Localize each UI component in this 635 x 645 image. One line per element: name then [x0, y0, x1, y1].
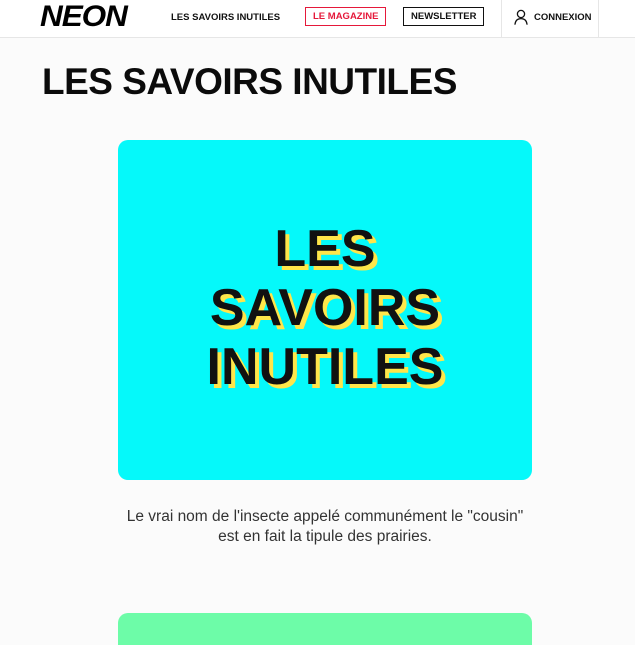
card-line-2: SAVOIRS [210, 279, 440, 337]
card-line-1: LES [274, 220, 375, 278]
savoirs-inutiles-card-image[interactable]: LES SAVOIRS INUTILES LES SAVOIRS INUTILE… [118, 140, 532, 480]
top-navigation-bar: NEON LES SAVOIRS INUTILES LE MAGAZINE NE… [0, 0, 635, 38]
user-icon [514, 9, 528, 25]
neon-logo[interactable]: NEON [40, 1, 128, 33]
nav-button-le-magazine[interactable]: LE MAGAZINE [305, 7, 387, 26]
login-button[interactable]: CONNEXION [501, 0, 599, 38]
page-title: LES SAVOIRS INUTILES [42, 61, 457, 102]
nav-link-savoirs-inutiles[interactable]: LES SAVOIRS INUTILES [171, 12, 280, 23]
next-card-image[interactable] [118, 613, 532, 645]
card-image-lettering: LES SAVOIRS INUTILES LES SAVOIRS INUTILE… [207, 220, 448, 400]
login-label: CONNEXION [534, 12, 592, 23]
nav-button-newsletter[interactable]: NEWSLETTER [403, 7, 485, 26]
card-line-3: INUTILES [207, 338, 444, 396]
fact-caption: Le vrai nom de l'insecte appelé communém… [126, 508, 524, 545]
